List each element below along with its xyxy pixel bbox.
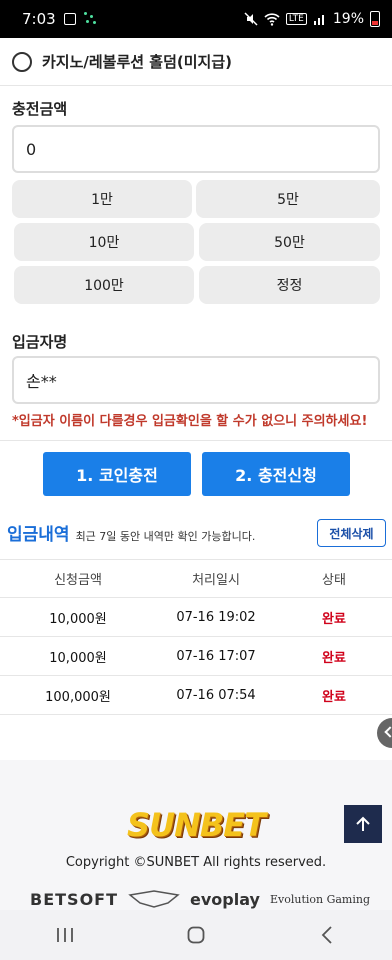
scroll-to-top-button[interactable] xyxy=(344,805,382,843)
side-panel-toggle-icon[interactable] xyxy=(377,718,392,748)
amount-button-1m[interactable]: 100만 xyxy=(14,266,194,304)
amount-button-500k[interactable]: 50만 xyxy=(199,223,380,261)
depositor-warning: *입금자 이름이 다를경우 입금확인을 할 수가 없으니 주의하세요! xyxy=(12,414,368,429)
coin-charge-button[interactable]: 1. 코인충전 xyxy=(43,452,191,496)
column-header-datetime: 처리일시 xyxy=(192,573,240,588)
back-icon xyxy=(321,926,332,944)
radio-button[interactable] xyxy=(12,51,32,72)
amount-button-50k[interactable]: 5만 xyxy=(196,180,380,218)
row-datetime: 07-16 19:02 xyxy=(176,609,256,625)
row-status: 완료 xyxy=(322,650,346,666)
column-header-amount: 신청금액 xyxy=(54,573,102,588)
depositor-name-input[interactable]: 손** xyxy=(12,356,380,404)
charge-request-button[interactable]: 2. 충전신청 xyxy=(202,452,350,496)
history-description: 최근 7일 동안 내역만 확인 가능합니다. xyxy=(75,530,256,543)
row-status: 완료 xyxy=(322,611,346,627)
home-button[interactable] xyxy=(176,920,216,950)
sunbet-logo: SUNBET xyxy=(127,806,266,844)
partner-emblem-icon xyxy=(128,890,180,908)
battery-percent: 19% xyxy=(332,11,364,27)
row-amount: 10,000원 xyxy=(49,611,107,627)
table-header-row: 신청금액 처리일시 상태 xyxy=(0,559,392,598)
table-row: 10,000원 07-16 19:02 완료 xyxy=(0,598,392,637)
payment-method-label: 카지노/레볼루션 홀덤(미지급) xyxy=(42,53,233,71)
table-row: 10,000원 07-16 17:07 완료 xyxy=(0,637,392,676)
charge-amount-input[interactable]: 0 xyxy=(12,125,380,173)
system-nav-bar xyxy=(0,910,392,960)
signal-icon xyxy=(313,15,324,25)
back-button[interactable] xyxy=(307,920,347,950)
network-type: LTE xyxy=(285,13,307,25)
history-header: 입금내역 최근 7일 동안 내역만 확인 가능합니다. xyxy=(7,520,255,545)
wifi-icon xyxy=(264,13,280,26)
partner-logo-evolution: Evolution Gaming xyxy=(269,892,370,906)
partner-logo-evoplay: evoplay xyxy=(190,889,260,909)
delete-all-button[interactable]: 전체삭제 xyxy=(317,519,386,547)
row-datetime: 07-16 07:54 xyxy=(176,687,256,703)
depositor-name-label: 입금자명 xyxy=(12,333,68,351)
row-status: 완료 xyxy=(322,689,346,705)
status-time: 7:03 xyxy=(22,10,56,28)
battery-icon xyxy=(370,11,380,27)
recent-apps-icon xyxy=(57,928,74,942)
payment-method-option[interactable]: 카지노/레볼루션 홀덤(미지급) xyxy=(0,38,392,86)
recent-apps-button[interactable] xyxy=(45,920,85,950)
partner-logo-betsoft: BETSOFT xyxy=(30,889,119,909)
charge-amount-label: 충전금액 xyxy=(12,100,68,118)
notification-icon xyxy=(63,13,76,25)
row-datetime: 07-16 17:07 xyxy=(176,648,256,664)
row-amount: 10,000원 xyxy=(49,650,107,666)
app-indicator-icon xyxy=(83,12,98,26)
table-row: 100,000원 07-16 07:54 완료 xyxy=(0,676,392,715)
history-table: 신청금액 처리일시 상태 10,000원 07-16 19:02 완료 10,0… xyxy=(0,559,392,715)
amount-button-10k[interactable]: 1만 xyxy=(12,180,192,218)
arrow-up-icon xyxy=(356,816,370,831)
copyright-text: Copyright ©SUNBET All rights reserved. xyxy=(65,855,327,870)
row-amount: 100,000원 xyxy=(45,689,111,705)
amount-button-100k[interactable]: 10만 xyxy=(14,223,194,261)
mute-icon xyxy=(244,12,258,26)
column-header-status: 상태 xyxy=(322,573,346,588)
divider xyxy=(0,440,392,441)
amount-reset-button[interactable]: 정정 xyxy=(199,266,380,304)
status-bar: 7:03 LTE 19% xyxy=(0,0,392,38)
home-icon xyxy=(187,926,205,944)
history-title: 입금내역 xyxy=(7,525,70,545)
partner-logos: BETSOFT evoplay Evolution Gaming xyxy=(30,888,370,910)
